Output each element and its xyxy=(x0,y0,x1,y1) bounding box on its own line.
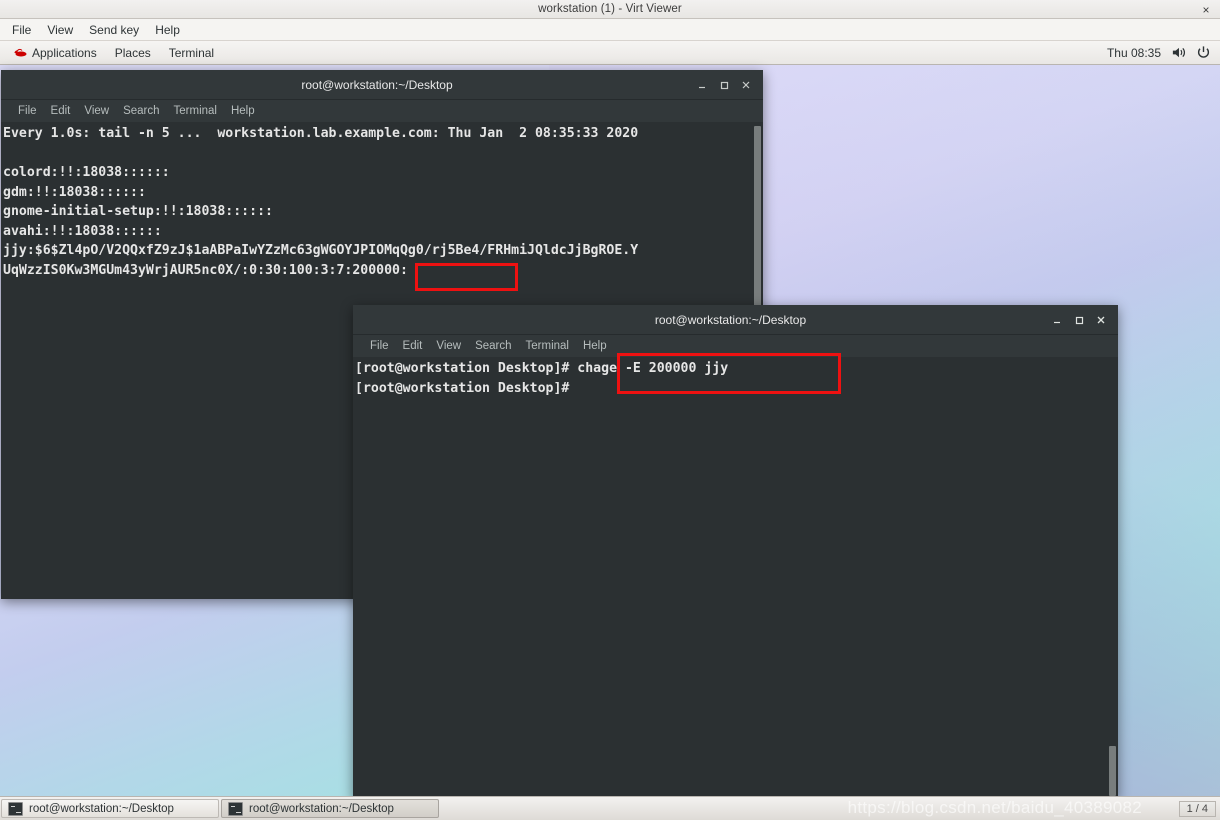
terminal-window-2[interactable]: root@workstation:~/Desktop File Edit Vie… xyxy=(353,305,1118,799)
virt-viewer-title: workstation (1) - Virt Viewer xyxy=(538,3,682,15)
terminal-2-title: root@workstation:~/Desktop xyxy=(654,312,807,327)
terminal-1-titlebar[interactable]: root@workstation:~/Desktop xyxy=(1,70,763,100)
terminal-2-menu-help[interactable]: Help xyxy=(576,338,614,354)
taskbar-right: 1 / 4 xyxy=(1178,797,1220,820)
applications-menu-label: Applications xyxy=(32,45,97,60)
gnome-top-panel: Applications Places Terminal Thu 08:35 xyxy=(0,41,1220,65)
red-hat-logo-icon xyxy=(14,48,27,57)
terminal-menu[interactable]: Terminal xyxy=(161,43,222,63)
gnome-panel-left: Applications Places Terminal xyxy=(0,43,222,63)
close-icon[interactable] xyxy=(735,74,757,96)
terminal-2-menubar: File Edit View Search Terminal Help xyxy=(353,335,1118,357)
terminal-1-menu-view[interactable]: View xyxy=(77,103,116,119)
taskbar-item-terminal-2[interactable]: root@workstation:~/Desktop xyxy=(221,799,439,818)
virt-viewer-titlebar: workstation (1) - Virt Viewer × xyxy=(0,0,1220,19)
power-icon[interactable] xyxy=(1196,45,1211,60)
taskbar: root@workstation:~/Desktop root@workstat… xyxy=(0,796,1220,820)
gnome-panel-right: Thu 08:35 xyxy=(1107,45,1220,60)
clock[interactable]: Thu 08:35 xyxy=(1107,46,1161,60)
minimize-icon[interactable] xyxy=(691,74,713,96)
terminal-1-output: Every 1.0s: tail -n 5 ... workstation.la… xyxy=(3,126,639,278)
maximize-icon[interactable] xyxy=(1068,309,1090,331)
minimize-icon[interactable] xyxy=(1046,309,1068,331)
screen: workstation (1) - Virt Viewer × File Vie… xyxy=(0,0,1220,820)
terminal-1-title: root@workstation:~/Desktop xyxy=(301,77,453,92)
places-menu[interactable]: Places xyxy=(107,43,159,63)
virt-viewer-menubar: File View Send key Help xyxy=(0,19,1220,41)
menu-file[interactable]: File xyxy=(4,21,39,39)
menu-view[interactable]: View xyxy=(39,21,81,39)
close-icon[interactable] xyxy=(1090,309,1112,331)
menu-help[interactable]: Help xyxy=(147,21,188,39)
maximize-icon[interactable] xyxy=(713,74,735,96)
workspace-switcher[interactable]: 1 / 4 xyxy=(1178,800,1216,817)
taskbar-item-1-label: root@workstation:~/Desktop xyxy=(29,802,174,815)
volume-icon[interactable] xyxy=(1171,45,1186,60)
terminal-2-menu-edit[interactable]: Edit xyxy=(396,338,430,354)
taskbar-item-terminal-1[interactable]: root@workstation:~/Desktop xyxy=(1,799,219,818)
close-icon[interactable]: × xyxy=(1198,0,1214,19)
terminal-1-window-controls xyxy=(691,74,763,96)
terminal-2-menu-view[interactable]: View xyxy=(429,338,468,354)
terminal-2-window-controls xyxy=(1046,309,1118,331)
terminal-2-body[interactable]: [root@workstation Desktop]# chage -E 200… xyxy=(353,357,1118,799)
terminal-icon xyxy=(228,801,243,816)
terminal-2-menu-terminal[interactable]: Terminal xyxy=(519,338,576,354)
terminal-menu-label: Terminal xyxy=(168,45,215,60)
applications-menu[interactable]: Applications xyxy=(5,43,105,63)
terminal-2-scroll-thumb[interactable] xyxy=(1109,746,1116,796)
terminal-1-menu-edit[interactable]: Edit xyxy=(44,103,78,119)
terminal-2-menu-file[interactable]: File xyxy=(363,338,396,354)
terminal-icon xyxy=(8,801,23,816)
terminal-1-menu-search[interactable]: Search xyxy=(116,103,166,119)
terminal-2-output: [root@workstation Desktop]# chage -E 200… xyxy=(355,361,729,396)
places-menu-label: Places xyxy=(114,45,151,60)
terminal-1-menubar: File Edit View Search Terminal Help xyxy=(1,100,763,122)
terminal-2-scrollbar[interactable] xyxy=(1107,357,1118,799)
terminal-1-menu-help[interactable]: Help xyxy=(224,103,262,119)
terminal-1-menu-file[interactable]: File xyxy=(11,103,44,119)
terminal-2-menu-search[interactable]: Search xyxy=(468,338,518,354)
menu-send-key[interactable]: Send key xyxy=(81,21,147,39)
terminal-2-titlebar[interactable]: root@workstation:~/Desktop xyxy=(353,305,1118,335)
terminal-1-menu-terminal[interactable]: Terminal xyxy=(167,103,224,119)
taskbar-item-2-label: root@workstation:~/Desktop xyxy=(249,802,394,815)
